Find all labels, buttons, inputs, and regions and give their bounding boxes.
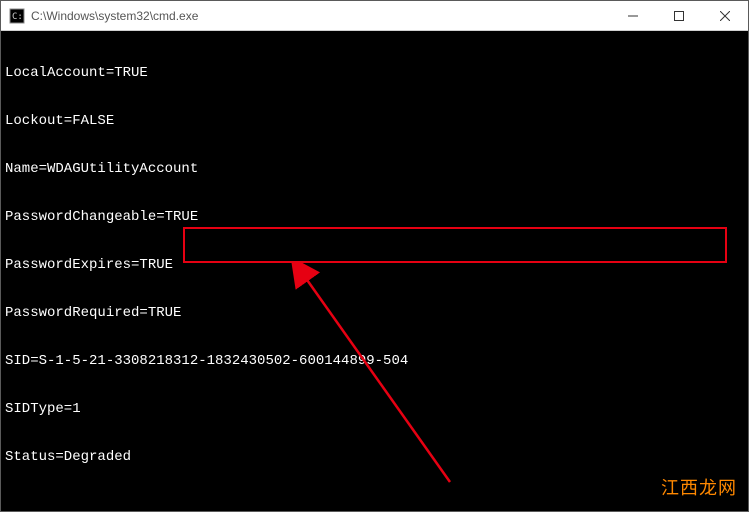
terminal-line: Lockout=FALSE — [5, 113, 744, 129]
maximize-button[interactable] — [656, 1, 702, 30]
terminal-line: LocalAccount=TRUE — [5, 65, 744, 81]
window-controls — [610, 1, 748, 30]
terminal-line: PasswordRequired=TRUE — [5, 305, 744, 321]
cmd-icon: C: — [9, 8, 25, 24]
terminal-line: SIDType=1 — [5, 401, 744, 417]
minimize-button[interactable] — [610, 1, 656, 30]
titlebar[interactable]: C: C:\Windows\system32\cmd.exe — [1, 1, 748, 31]
titlebar-title: C:\Windows\system32\cmd.exe — [31, 9, 610, 23]
terminal-line: Name=WDAGUtilityAccount — [5, 161, 744, 177]
cmd-window: C: C:\Windows\system32\cmd.exe LocalAcco… — [0, 0, 749, 512]
terminal-line: PasswordExpires=TRUE — [5, 257, 744, 273]
watermark-text: 江西龙网 — [661, 474, 737, 500]
terminal-line: SID=S-1-5-21-3308218312-1832430502-60014… — [5, 353, 744, 369]
close-button[interactable] — [702, 1, 748, 30]
terminal-line: PasswordChangeable=TRUE — [5, 209, 744, 225]
svg-text:C:: C: — [12, 12, 23, 22]
terminal-area[interactable]: LocalAccount=TRUE Lockout=FALSE Name=WDA… — [1, 31, 748, 511]
terminal-line: Status=Degraded — [5, 449, 744, 465]
